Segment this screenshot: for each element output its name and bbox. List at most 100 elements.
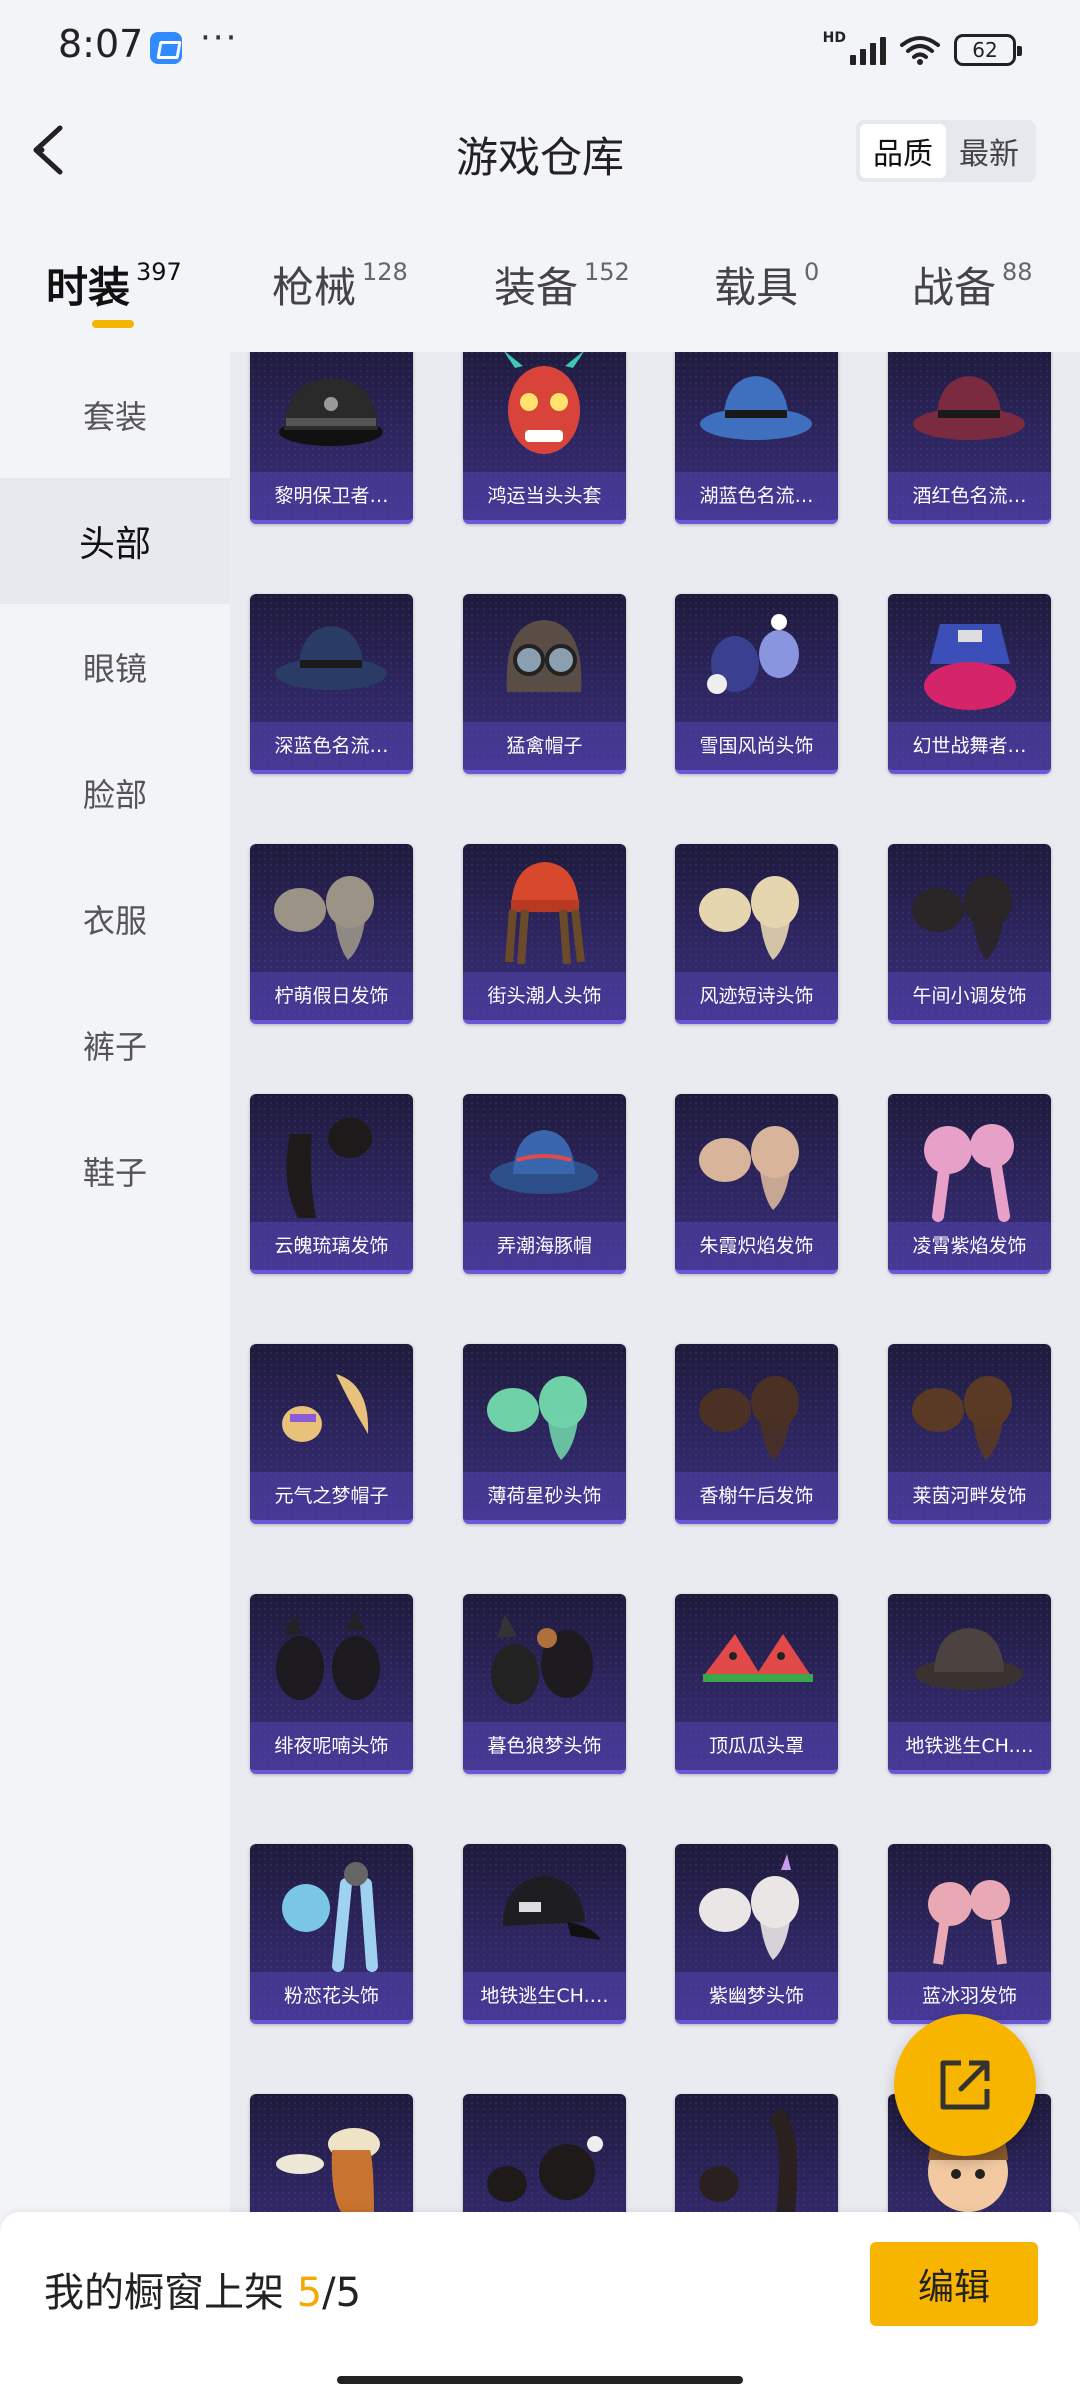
item-name: 弄潮海豚帽 bbox=[463, 1222, 626, 1270]
subcategory-sidebar: 套装 头部 眼镜 脸部 衣服 裤子 鞋子 bbox=[0, 352, 230, 2212]
sidebar-item-glasses[interactable]: 眼镜 bbox=[0, 604, 230, 730]
item-name: 风迹短诗头饰 bbox=[675, 972, 838, 1020]
item-name: 绯夜呢喃头饰 bbox=[250, 1722, 413, 1770]
tab-label: 枪械 bbox=[272, 263, 357, 312]
tab-label: 载具 bbox=[714, 263, 799, 312]
tab-count: 88 bbox=[1002, 258, 1033, 286]
item-name: 柠萌假日发饰 bbox=[250, 972, 413, 1020]
item-card[interactable]: 湖蓝色名流… bbox=[675, 352, 838, 524]
status-time: 8:07 bbox=[58, 22, 144, 66]
status-indicators: HD 62 bbox=[822, 30, 1022, 70]
wolf-ears-hair-image bbox=[491, 1614, 593, 1704]
share-icon bbox=[940, 2060, 990, 2110]
item-name: 湖蓝色名流… bbox=[675, 472, 838, 520]
tab-supplies[interactable]: 战备 88 bbox=[912, 254, 1033, 315]
sort-latest-button[interactable]: 最新 bbox=[946, 124, 1032, 178]
battery-icon: 62 bbox=[954, 34, 1022, 66]
item-name: 顶瓜瓜头罩 bbox=[675, 1722, 838, 1770]
item-card[interactable]: 莱茵河畔发饰 bbox=[888, 1344, 1051, 1524]
item-name: 酒红色名流… bbox=[888, 472, 1051, 520]
item-card[interactable]: 柠萌假日发饰 bbox=[250, 844, 413, 1024]
sidebar-item-head[interactable]: 头部 bbox=[0, 478, 230, 604]
item-card[interactable]: 朱霞炽焰发饰 bbox=[675, 1094, 838, 1274]
blue-fedora-image bbox=[700, 376, 812, 440]
item-name: 紫幽梦头饰 bbox=[675, 1972, 838, 2020]
item-card[interactable]: 香榭午后发饰 bbox=[675, 1344, 838, 1524]
item-name: 猛禽帽子 bbox=[463, 722, 626, 770]
tab-guns[interactable]: 枪械 128 bbox=[272, 254, 408, 315]
item-card[interactable]: 顶瓜瓜头罩 bbox=[675, 1594, 838, 1774]
tab-count: 397 bbox=[136, 258, 182, 286]
item-name: 元气之梦帽子 bbox=[250, 1472, 413, 1520]
gray-hair-image bbox=[274, 876, 374, 960]
strawberry-blonde-hair-image bbox=[699, 1126, 799, 1210]
edit-button[interactable]: 编辑 bbox=[870, 2242, 1038, 2326]
item-card[interactable] bbox=[463, 2094, 626, 2212]
tab-vehicles[interactable]: 载具 0 bbox=[714, 254, 819, 315]
mint-hair-image bbox=[487, 1376, 587, 1460]
showcase-label: 我的橱窗上架 bbox=[44, 2270, 284, 2316]
item-card[interactable]: 深蓝色名流… bbox=[250, 594, 413, 774]
black-cap-image bbox=[503, 1876, 601, 1940]
item-card[interactable]: 暮色狼梦头饰 bbox=[463, 1594, 626, 1774]
item-card[interactable]: 绯夜呢喃头饰 bbox=[250, 1594, 413, 1774]
pink-twintails-image bbox=[924, 1124, 1014, 1222]
item-card[interactable]: 弄潮海豚帽 bbox=[463, 1094, 626, 1274]
item-card[interactable]: 幻世战舞者… bbox=[888, 594, 1051, 774]
dragon-mask-image bbox=[504, 352, 584, 454]
sidebar-item-shoes[interactable]: 鞋子 bbox=[0, 1108, 230, 1234]
sidebar-item-pants[interactable]: 裤子 bbox=[0, 982, 230, 1108]
sidebar-item-face[interactable]: 脸部 bbox=[0, 730, 230, 856]
item-name: 凌霄紫焰发饰 bbox=[888, 1222, 1051, 1270]
item-card[interactable]: 鸿运当头头套 bbox=[463, 352, 626, 524]
item-card[interactable] bbox=[675, 2094, 838, 2212]
item-card[interactable]: 云魄琉璃发饰 bbox=[250, 1094, 413, 1274]
item-card[interactable]: 地铁逃生CH.… bbox=[463, 1844, 626, 2024]
item-card[interactable]: 猛禽帽子 bbox=[463, 594, 626, 774]
white-hair-image bbox=[699, 1854, 799, 1960]
item-name: 莱茵河畔发饰 bbox=[888, 1472, 1051, 1520]
item-card[interactable]: 街头潮人头饰 bbox=[463, 844, 626, 1024]
hd-label: HD bbox=[822, 30, 846, 46]
item-name: 香榭午后发饰 bbox=[675, 1472, 838, 1520]
item-card[interactable]: 雪国风尚头饰 bbox=[675, 594, 838, 774]
leather-bucket-hat-image bbox=[915, 1628, 1023, 1690]
item-card[interactable]: 粉恋花头饰 bbox=[250, 1844, 413, 2024]
sidebar-item-suit[interactable]: 套装 bbox=[0, 352, 230, 478]
item-card[interactable]: 午间小调发饰 bbox=[888, 844, 1051, 1024]
item-card[interactable]: 紫幽梦头饰 bbox=[675, 1844, 838, 2024]
item-card[interactable]: 风迹短诗头饰 bbox=[675, 844, 838, 1024]
tab-count: 0 bbox=[804, 258, 820, 286]
home-indicator bbox=[337, 2376, 743, 2384]
status-bar: 8:07 ··· HD 62 bbox=[0, 0, 1080, 90]
blonde-hair-image bbox=[699, 876, 799, 960]
tab-label: 时装 bbox=[46, 263, 131, 312]
showcase-bar: 我的橱窗上架 5/5 编辑 bbox=[0, 2212, 1080, 2400]
peaked-cap-image bbox=[279, 378, 383, 446]
item-card[interactable] bbox=[250, 2094, 413, 2212]
item-card[interactable]: 薄荷星砂头饰 bbox=[463, 1344, 626, 1524]
tab-fashion[interactable]: 时装 397 bbox=[46, 254, 182, 315]
item-card[interactable]: 蓝冰羽发饰 bbox=[888, 1844, 1051, 2024]
navy-fedora-image bbox=[275, 626, 387, 690]
share-button[interactable] bbox=[894, 2014, 1036, 2156]
blue-bucket-hat-image bbox=[490, 1130, 598, 1194]
sort-quality-button[interactable]: 品质 bbox=[860, 124, 946, 178]
item-card[interactable]: 凌霄紫焰发饰 bbox=[888, 1094, 1051, 1274]
item-name: 地铁逃生CH.… bbox=[463, 1972, 626, 2020]
item-card[interactable]: 元气之梦帽子 bbox=[250, 1344, 413, 1524]
item-name: 鸿运当头头套 bbox=[463, 472, 626, 520]
tab-equipment[interactable]: 装备 152 bbox=[494, 254, 630, 315]
showcase-total-count: /5 bbox=[322, 2270, 362, 2316]
item-card[interactable]: 地铁逃生CH.… bbox=[888, 1594, 1051, 1774]
item-card[interactable]: 黎明保卫者… bbox=[250, 352, 413, 524]
black-bun-hair-image bbox=[487, 2136, 603, 2202]
bucket-hat-pink-hair-image bbox=[924, 624, 1016, 710]
tab-label: 战备 bbox=[912, 263, 997, 312]
item-name: 街头潮人头饰 bbox=[463, 972, 626, 1020]
sidebar-item-clothes[interactable]: 衣服 bbox=[0, 856, 230, 982]
sort-toggle: 品质 最新 bbox=[856, 120, 1036, 182]
item-card[interactable]: 酒红色名流… bbox=[888, 352, 1051, 524]
tab-label: 装备 bbox=[494, 263, 579, 312]
item-name: 地铁逃生CH.… bbox=[888, 1722, 1051, 1770]
